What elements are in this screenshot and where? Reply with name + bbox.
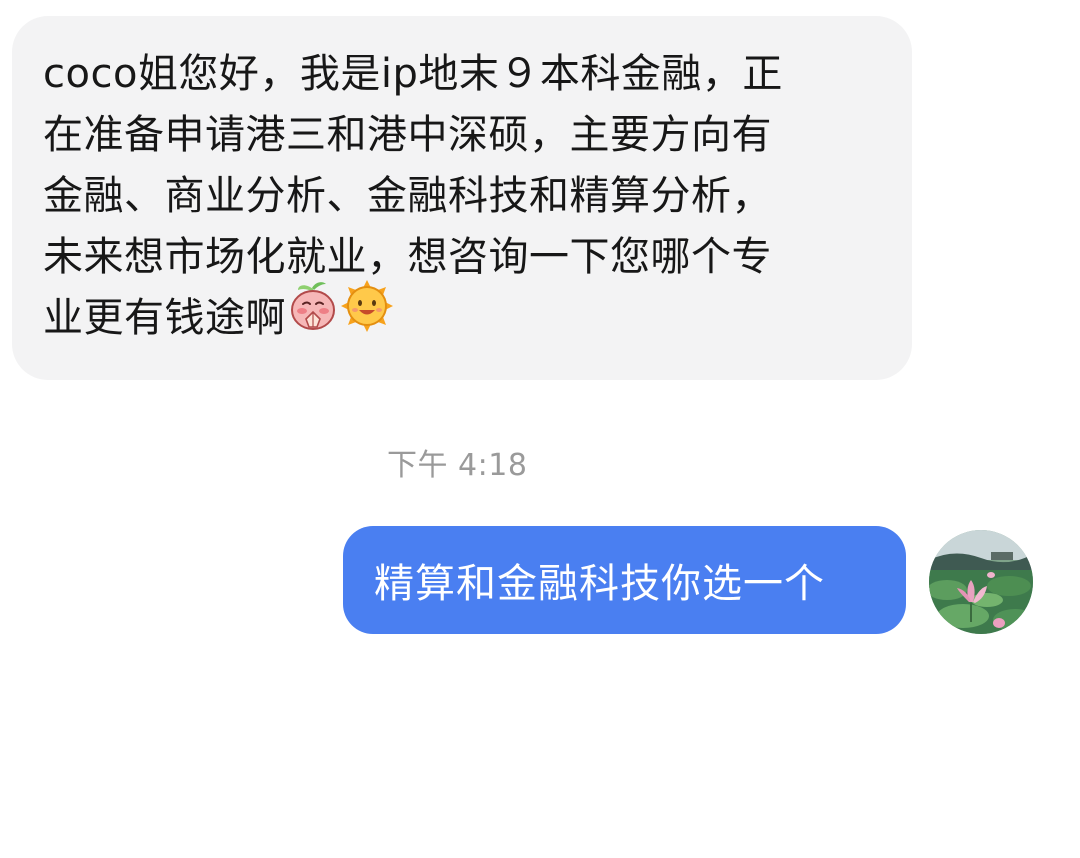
- peach-praying-emoji-icon: [286, 279, 340, 351]
- incoming-message-bubble[interactable]: coco姐您好，我是ip地末９本科金融，正 在准备申请港三和港中深硕，主要方向有…: [12, 16, 912, 380]
- user-avatar[interactable]: [929, 530, 1033, 634]
- incoming-message-line-text: 业更有钱途啊: [43, 295, 286, 341]
- lotus-pond-avatar-icon: [929, 530, 1033, 634]
- incoming-message-last-line: 业更有钱途啊: [43, 280, 888, 351]
- incoming-message-line: 未来想市场化就业，想咨询一下您哪个专: [43, 234, 772, 280]
- outgoing-message-text: 精算和金融科技你选一个: [374, 561, 825, 607]
- incoming-message-line: 在准备申请港三和港中深硕，主要方向有: [43, 112, 772, 158]
- incoming-message-line: coco姐您好，我是ip地末９本科金融，正: [43, 51, 783, 97]
- chat-screen: coco姐您好，我是ip地末９本科金融，正 在准备申请港三和港中深硕，主要方向有…: [0, 0, 1080, 858]
- incoming-message-line: 金融、商业分析、金融科技和精算分析，: [43, 173, 772, 219]
- smiling-sun-emoji-icon: [340, 279, 394, 351]
- message-timestamp: 下午 4:18: [387, 448, 528, 483]
- outgoing-message-bubble[interactable]: 精算和金融科技你选一个: [343, 526, 906, 634]
